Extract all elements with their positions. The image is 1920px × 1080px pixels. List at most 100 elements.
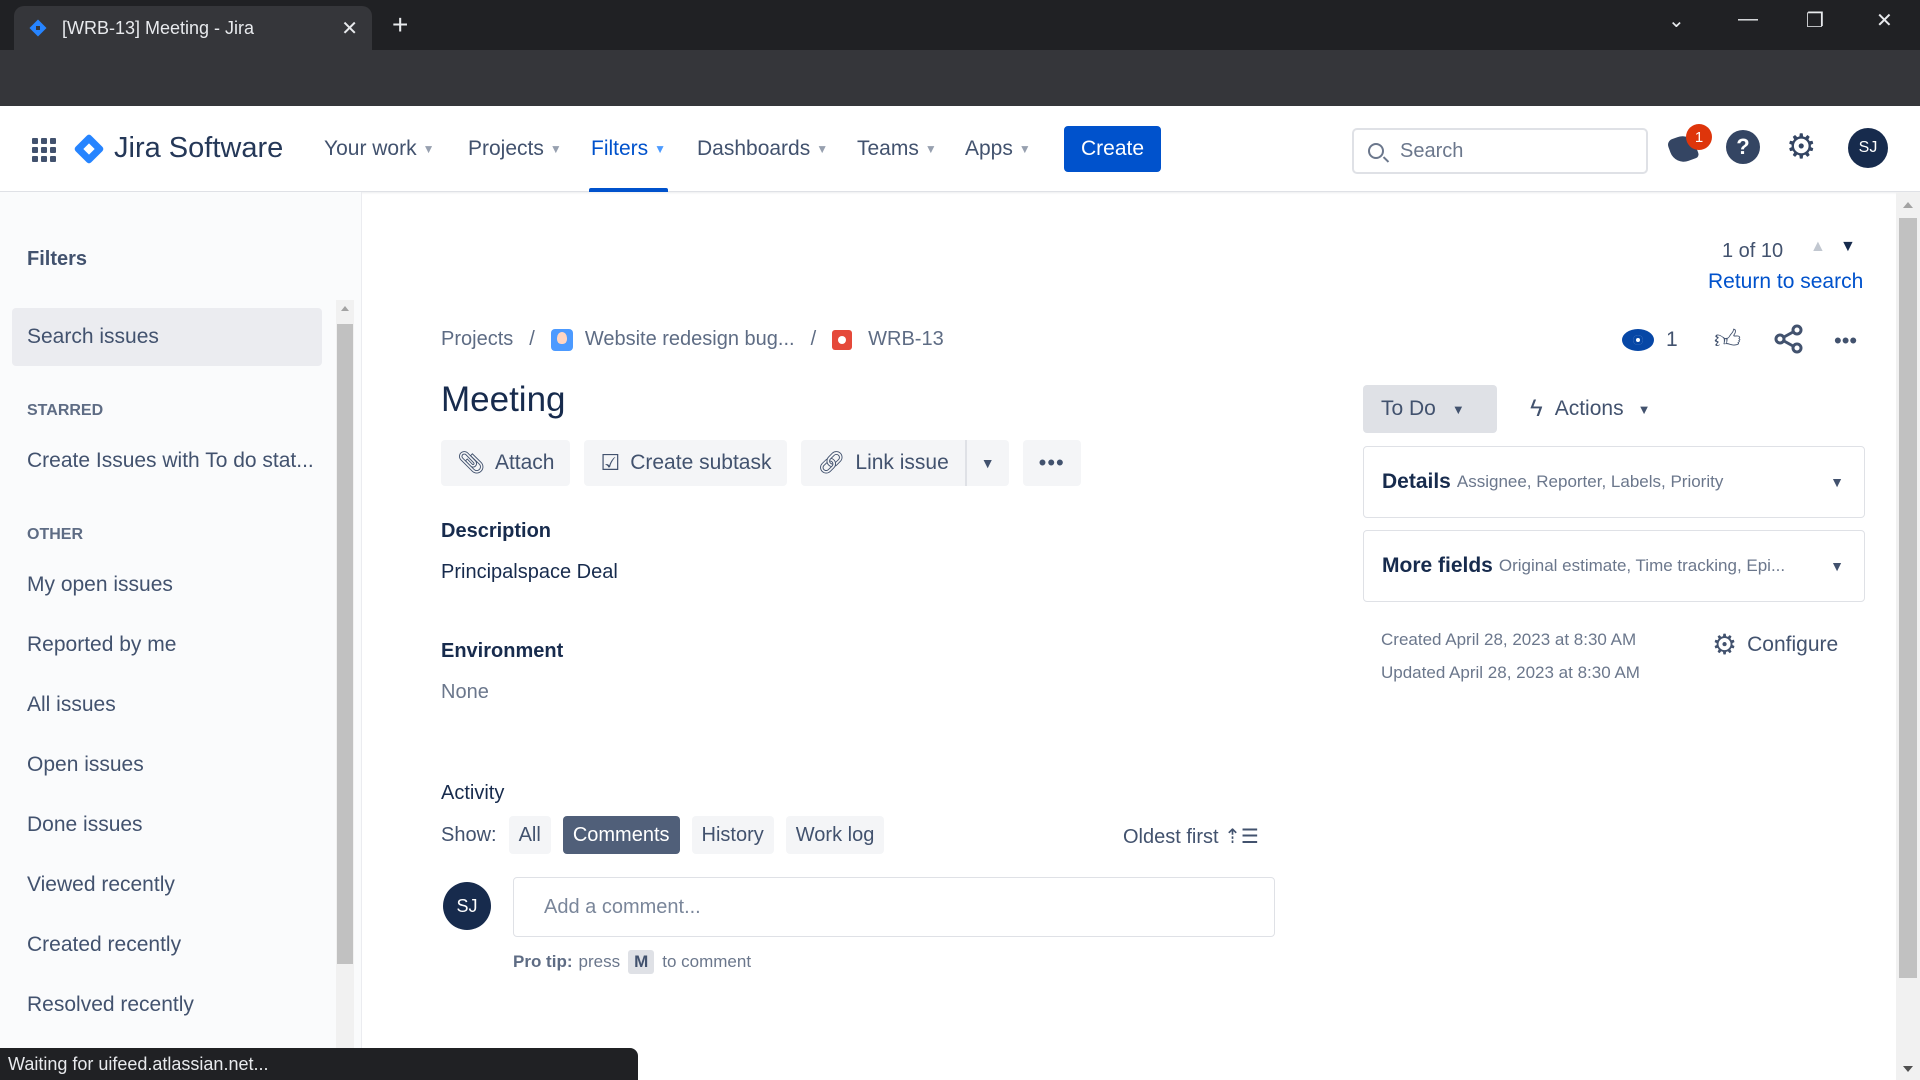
breadcrumb-project[interactable]: Website redesign bug... <box>585 328 795 351</box>
scroll-up-icon[interactable] <box>341 306 349 311</box>
breadcrumb-issue-key[interactable]: WRB-13 <box>868 328 944 351</box>
nav-your-work[interactable]: Your work ▼ <box>324 106 435 192</box>
sort-ascending-icon: ⇡☰ <box>1224 826 1259 848</box>
more-fields-summary: Original estimate, Time tracking, Epi... <box>1498 556 1786 575</box>
chevron-down-icon: ▼ <box>654 142 667 156</box>
description-label: Description <box>441 520 552 542</box>
return-to-search-link[interactable]: Return to search <box>1708 270 1863 294</box>
sidebar-item-viewed-recently[interactable]: Viewed recently <box>12 856 322 914</box>
subtask-icon: ☑ <box>600 450 621 475</box>
nav-apps[interactable]: Apps ▼ <box>965 106 1031 192</box>
nav-label: Projects <box>468 137 544 160</box>
chevron-down-icon: ▼ <box>549 142 562 156</box>
chevron-down-icon: ▼ <box>924 142 937 156</box>
status-dropdown[interactable]: To Do ▼ <box>1363 385 1497 433</box>
chevron-down-icon: ▼ <box>1830 474 1844 490</box>
next-issue-icon[interactable]: ▼ <box>1840 238 1856 256</box>
restore-icon[interactable]: ❐ <box>1806 8 1824 33</box>
chevron-down-icon: ▼ <box>1830 558 1844 574</box>
link-icon: 🔗︎ <box>817 450 846 475</box>
link-issue-dropdown[interactable]: ▼ <box>964 440 1009 486</box>
comment-input[interactable] <box>513 877 1275 937</box>
sidebar-item-starred-filter[interactable]: Create Issues with To do stat... <box>12 432 322 490</box>
sidebar-item-reported-by-me[interactable]: Reported by me <box>12 616 322 674</box>
nav-label: Your work <box>324 137 417 160</box>
share-icon[interactable] <box>1774 324 1804 361</box>
bug-issue-type-icon[interactable] <box>832 329 853 350</box>
gear-icon: ⚙ <box>1712 629 1738 660</box>
tab-search-chevron-icon[interactable]: ⌄ <box>1668 8 1685 33</box>
paperclip-icon: 📎︎ <box>457 450 485 475</box>
link-issue-button[interactable]: 🔗︎ Link issue <box>801 440 965 486</box>
environment-label: Environment <box>441 640 564 662</box>
main-scrollbar[interactable] <box>1896 192 1920 1080</box>
watch-button[interactable]: 1 <box>1622 328 1678 352</box>
help-icon[interactable]: ? <box>1726 130 1760 164</box>
close-tab-icon[interactable]: ✕ <box>341 16 358 41</box>
user-avatar[interactable]: SJ <box>1848 128 1888 168</box>
issue-title[interactable]: Meeting <box>441 380 566 420</box>
more-options-icon[interactable]: ••• <box>1834 328 1857 354</box>
scroll-up-icon[interactable] <box>1903 202 1913 208</box>
sidebar-item-resolved-recently[interactable]: Resolved recently <box>12 976 322 1034</box>
starred-heading: STARRED <box>27 402 104 419</box>
sidebar-scrollbar[interactable] <box>336 300 354 1080</box>
tab-title: [WRB-13] Meeting - Jira <box>62 17 255 38</box>
jira-logo[interactable]: Jira Software <box>73 132 283 165</box>
scroll-down-icon[interactable] <box>1903 1066 1913 1072</box>
browser-status-bar: Waiting for uifeed.atlassian.net... <box>0 1048 638 1080</box>
chevron-down-icon: ▼ <box>816 142 829 156</box>
actions-dropdown[interactable]: ϟ Actions ▼ <box>1530 385 1650 433</box>
minimize-icon[interactable]: — <box>1738 8 1758 31</box>
search-input[interactable]: Search <box>1352 128 1648 174</box>
nav-dashboards[interactable]: Dashboards ▼ <box>697 106 828 192</box>
filter-history[interactable]: History <box>691 816 774 854</box>
sidebar-item-my-open-issues[interactable]: My open issues <box>12 556 322 614</box>
nav-teams[interactable]: Teams ▼ <box>857 106 937 192</box>
description-text[interactable]: Principalspace Deal <box>441 561 618 584</box>
close-window-icon[interactable]: ✕ <box>1876 8 1893 33</box>
filter-comments[interactable]: Comments <box>562 816 680 854</box>
lightning-icon: ϟ <box>1530 395 1543 422</box>
pro-tip-label: Pro tip: <box>513 952 573 971</box>
new-tab-icon[interactable]: + <box>392 10 408 40</box>
chevron-down-icon: ▼ <box>980 455 995 471</box>
details-title: Details <box>1382 470 1451 493</box>
more-fields-panel[interactable]: More fields Original estimate, Time trac… <box>1363 530 1865 602</box>
settings-gear-icon[interactable]: ⚙ <box>1786 130 1820 164</box>
chevron-down-icon: ▼ <box>1637 401 1651 417</box>
scrollbar-thumb[interactable] <box>337 324 353 964</box>
scrollbar-thumb[interactable] <box>1899 218 1917 978</box>
create-button[interactable]: Create <box>1064 126 1161 172</box>
sidebar-item-created-recently[interactable]: Created recently <box>12 916 322 974</box>
details-panel[interactable]: Details Assignee, Reporter, Labels, Prio… <box>1363 446 1865 518</box>
breadcrumb-projects[interactable]: Projects <box>441 328 513 351</box>
filter-work-log[interactable]: Work log <box>785 816 885 854</box>
configure-button[interactable]: ⚙ Configure <box>1712 628 1838 661</box>
nav-projects[interactable]: Projects ▼ <box>468 106 562 192</box>
project-avatar-icon <box>550 328 573 351</box>
sort-order-button[interactable]: Oldest first ⇡☰ <box>1123 824 1259 849</box>
browser-tab[interactable]: [WRB-13] Meeting - Jira ✕ <box>14 6 372 50</box>
sidebar-item-search-issues[interactable]: Search issues <box>12 308 322 366</box>
previous-issue-icon[interactable]: ▲ <box>1810 238 1826 256</box>
browser-tab-strip: [WRB-13] Meeting - Jira ✕ + ⌄ — ❐ ✕ <box>0 0 1920 50</box>
app-switcher-icon[interactable] <box>32 138 56 162</box>
link-issue-label: Link issue <box>855 451 949 474</box>
sidebar-item-all-issues[interactable]: All issues <box>12 676 322 734</box>
sidebar-item-done-issues[interactable]: Done issues <box>12 796 322 854</box>
attach-button[interactable]: 📎︎ Attach <box>441 440 571 486</box>
commenter-avatar: SJ <box>443 882 491 930</box>
filter-all[interactable]: All <box>508 816 551 854</box>
nav-label: Apps <box>965 137 1013 160</box>
create-subtask-button[interactable]: ☑ Create subtask <box>584 440 788 486</box>
actions-label: Actions <box>1554 397 1624 420</box>
environment-value[interactable]: None <box>441 681 489 704</box>
more-actions-button[interactable]: ••• <box>1022 440 1081 486</box>
sidebar-item-open-issues[interactable]: Open issues <box>12 736 322 794</box>
keyboard-shortcut: M <box>628 950 655 974</box>
nav-filters[interactable]: Filters ▼ <box>589 106 669 192</box>
chevron-down-icon: ▼ <box>422 142 435 156</box>
like-thumbs-up-icon[interactable]: 👍︎ <box>1714 324 1741 355</box>
activity-filter: Show: All Comments History Work log <box>441 816 885 854</box>
